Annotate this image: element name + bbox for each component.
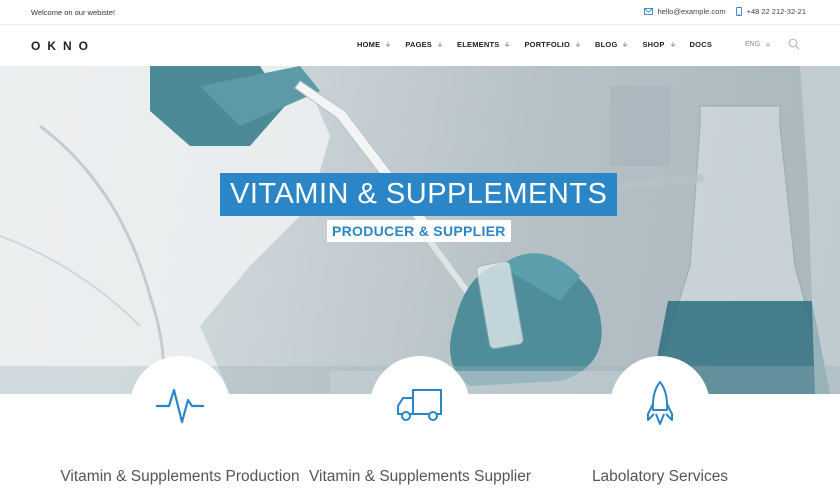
- chevron-down-icon: [622, 42, 628, 47]
- feature-label: Vitamin & Supplements Production: [60, 468, 300, 485]
- nav-item-home[interactable]: HOME: [357, 40, 391, 49]
- chevron-down-icon: [437, 42, 443, 47]
- phone-icon: [735, 7, 742, 16]
- contact-info: hello@example.com +48 22 212-32-21: [643, 7, 806, 16]
- chevron-down-icon: [385, 42, 391, 47]
- phone-text: +48 22 212-32-21: [746, 7, 806, 16]
- chevron-down-icon: [504, 42, 510, 47]
- chevron-down-icon: [670, 42, 676, 47]
- feature-label: Labolatory Services: [591, 468, 729, 485]
- nav-item-label: SHOP: [642, 40, 665, 49]
- main-navbar: OKNO HOME PAGES ELEMENTS PORTFOLIO BLOG …: [0, 25, 840, 66]
- truck-icon: [395, 380, 445, 430]
- rocket-icon: [635, 380, 685, 430]
- features-section: Vitamin & Supplements Production Vitamin…: [0, 356, 840, 492]
- nav-item-docs[interactable]: DOCS: [690, 40, 712, 49]
- hero-subtitle: PRODUCER & SUPPLIER: [327, 220, 511, 242]
- nav-item-label: BLOG: [595, 40, 618, 49]
- nav-item-elements[interactable]: ELEMENTS: [457, 40, 510, 49]
- nav-item-pages[interactable]: PAGES: [405, 40, 443, 49]
- nav-item-label: ELEMENTS: [457, 40, 500, 49]
- envelope-icon: [643, 8, 653, 15]
- nav-item-label: DOCS: [689, 40, 713, 49]
- site-logo[interactable]: OKNO: [31, 39, 95, 53]
- chevron-down-icon: [765, 42, 771, 47]
- email-text: hello@example.com: [657, 7, 726, 16]
- language-label: ENG: [745, 41, 761, 48]
- top-bar: Welcome on our webiste! hello@example.co…: [0, 0, 840, 25]
- nav-item-label: PORTFOLIO: [524, 40, 571, 49]
- search-icon[interactable]: [788, 38, 800, 50]
- nav-item-label: PAGES: [405, 40, 433, 49]
- hero-banner: VITAMIN & SUPPLEMENTS PRODUCER & SUPPLIE…: [0, 66, 840, 394]
- nav-item-blog[interactable]: BLOG: [595, 40, 628, 49]
- phone-contact[interactable]: +48 22 212-32-21: [735, 7, 806, 16]
- email-contact[interactable]: hello@example.com: [643, 7, 726, 16]
- language-selector[interactable]: ENG: [745, 41, 771, 48]
- nav-item-shop[interactable]: SHOP: [642, 40, 675, 49]
- welcome-text: Welcome on our webiste!: [31, 8, 116, 17]
- nav-item-portfolio[interactable]: PORTFOLIO: [524, 40, 581, 49]
- heartbeat-icon: [155, 380, 205, 430]
- hero-title: VITAMIN & SUPPLEMENTS: [220, 173, 618, 216]
- main-menu: HOME PAGES ELEMENTS PORTFOLIO BLOG SHOP …: [357, 40, 726, 49]
- feature-label: Vitamin & Supplements Supplier: [308, 468, 531, 485]
- chevron-down-icon: [575, 42, 581, 47]
- nav-item-label: HOME: [357, 40, 381, 49]
